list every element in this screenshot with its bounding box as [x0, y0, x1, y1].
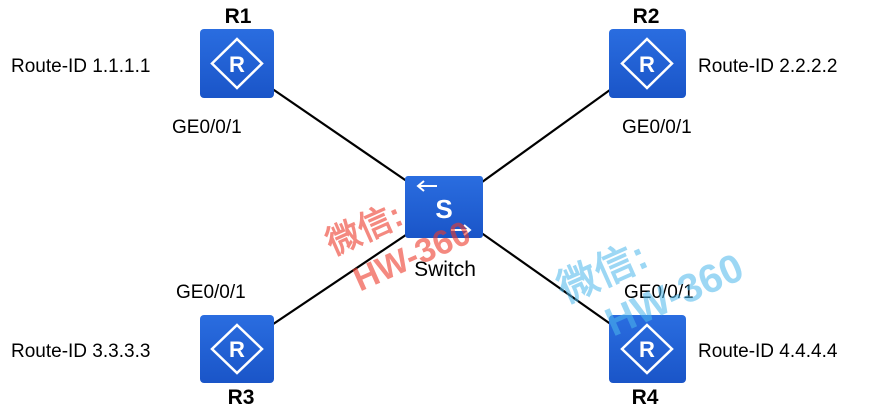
route-id-label: Route-ID 1.1.1.1: [11, 56, 150, 77]
route-id-label: Route-ID 4.4.4.4: [698, 341, 838, 362]
router-r1[interactable]: R R1 Route-ID 1.1.1.1 GE0/0/1: [11, 5, 274, 138]
router-r3[interactable]: R R3 Route-ID 3.3.3.3 GE0/0/1: [11, 282, 274, 409]
port-label: GE0/0/1: [622, 117, 692, 138]
svg-text:R: R: [229, 52, 245, 77]
route-id-label: Route-ID 2.2.2.2: [698, 56, 837, 77]
router-name: R3: [228, 386, 255, 409]
topology-diagram: R R1 Route-ID 1.1.1.1 GE0/0/1 R R2 Route…: [11, 5, 838, 409]
router-name: R1: [225, 5, 252, 28]
svg-text:R: R: [229, 337, 245, 362]
port-label: GE0/0/1: [172, 117, 242, 138]
router-name: R2: [633, 5, 660, 28]
router-r2[interactable]: R R2 Route-ID 2.2.2.2 GE0/0/1: [609, 5, 837, 138]
svg-text:R: R: [639, 52, 655, 77]
route-id-label: Route-ID 3.3.3.3: [11, 341, 150, 362]
svg-text:R: R: [639, 337, 655, 362]
port-label: GE0/0/1: [176, 282, 246, 303]
router-name: R4: [632, 386, 659, 409]
